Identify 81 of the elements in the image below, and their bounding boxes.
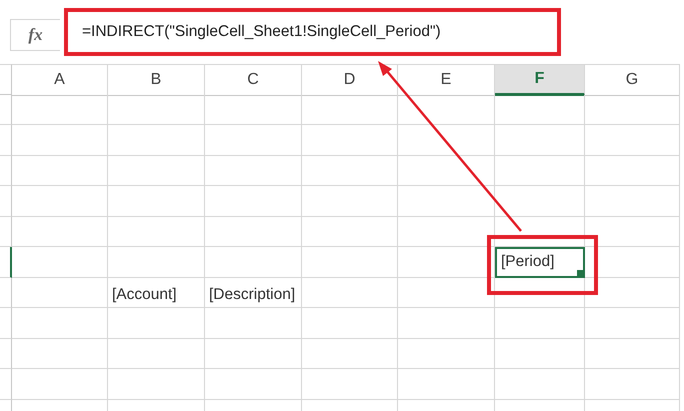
grid-cell[interactable] [205, 369, 302, 400]
grid-cell[interactable] [108, 94, 205, 125]
grid-cell[interactable] [302, 216, 398, 247]
grid-cell[interactable] [398, 278, 495, 308]
grid-cell[interactable] [12, 308, 108, 338]
grid-cell[interactable] [398, 338, 495, 369]
grid-cell[interactable] [495, 125, 585, 156]
column-header[interactable]: B [108, 64, 205, 96]
grid-cell[interactable] [108, 369, 205, 400]
grid-cell[interactable] [302, 186, 398, 216]
grid-cell[interactable] [205, 216, 302, 247]
column-header[interactable]: E [398, 64, 495, 96]
grid-cell[interactable] [302, 369, 398, 400]
grid-cell[interactable] [398, 125, 495, 156]
grid-cell[interactable] [205, 125, 302, 156]
formula-field[interactable]: =INDIRECT("SingleCell_Sheet1!SingleCell_Period") [64, 8, 561, 56]
grid-cell[interactable] [585, 94, 680, 125]
grid-cell[interactable] [108, 186, 205, 216]
grid-cell[interactable] [302, 308, 398, 338]
grid-cell[interactable] [205, 247, 302, 278]
grid-cell[interactable] [495, 278, 585, 308]
active-cell[interactable]: [Period] [495, 247, 585, 278]
grid-cell[interactable] [495, 369, 585, 400]
grid-cell[interactable]: [Account] [108, 278, 205, 308]
grid-cell[interactable] [108, 216, 205, 247]
grid-cell[interactable] [205, 308, 302, 338]
grid-cell[interactable] [205, 156, 302, 186]
grid-cell[interactable] [302, 156, 398, 186]
grid-cell[interactable] [495, 156, 585, 186]
column-header[interactable]: A [12, 64, 108, 96]
grid-cell[interactable] [12, 247, 108, 278]
grid-cell[interactable]: [Description] [205, 278, 302, 308]
grid-cell[interactable] [495, 338, 585, 369]
grid-cell[interactable] [585, 278, 680, 308]
column-header[interactable]: C [205, 64, 302, 96]
column-header[interactable]: F [495, 64, 585, 96]
grid-cell[interactable] [12, 156, 108, 186]
grid-cell[interactable] [12, 94, 108, 125]
grid-cell[interactable] [12, 186, 108, 216]
row-header[interactable] [0, 247, 12, 278]
grid-cell[interactable] [585, 369, 680, 400]
grid-cell[interactable] [12, 278, 108, 308]
grid-cell[interactable] [12, 125, 108, 156]
grid-cell[interactable] [495, 216, 585, 247]
grid-cell[interactable] [398, 216, 495, 247]
grid-cell[interactable] [205, 94, 302, 125]
grid-cell[interactable] [398, 156, 495, 186]
grid-cell[interactable] [398, 247, 495, 278]
grid-cell[interactable] [12, 216, 108, 247]
grid-cell[interactable] [495, 308, 585, 338]
function-icon[interactable]: fx [10, 19, 60, 51]
grid-cell[interactable] [108, 308, 205, 338]
grid-cell[interactable] [585, 216, 680, 247]
grid-cell[interactable] [12, 369, 108, 400]
grid-cell[interactable] [205, 338, 302, 369]
grid-cell[interactable] [398, 369, 495, 400]
grid-cell[interactable] [108, 125, 205, 156]
grid-cell[interactable] [302, 247, 398, 278]
grid-cell[interactable] [205, 186, 302, 216]
grid-cell[interactable] [108, 247, 205, 278]
grid-cell[interactable] [585, 125, 680, 156]
column-header[interactable]: D [302, 64, 398, 96]
grid-cell[interactable] [495, 94, 585, 125]
grid-cell[interactable] [398, 308, 495, 338]
grid-cell[interactable] [398, 94, 495, 125]
grid-cell[interactable] [585, 308, 680, 338]
column-header[interactable]: G [585, 64, 680, 96]
grid-cell[interactable] [302, 125, 398, 156]
fill-handle[interactable] [577, 270, 583, 276]
grid-cell[interactable] [302, 338, 398, 369]
grid-cell[interactable] [585, 156, 680, 186]
grid-cell[interactable] [108, 156, 205, 186]
grid-cell[interactable] [12, 338, 108, 369]
grid-cell[interactable] [108, 338, 205, 369]
grid-cell[interactable] [585, 338, 680, 369]
grid-cell[interactable] [302, 94, 398, 125]
grid-cell[interactable] [302, 278, 398, 308]
grid-cell[interactable] [495, 186, 585, 216]
grid-cell[interactable] [585, 247, 680, 278]
grid-cell[interactable] [398, 186, 495, 216]
grid-cell[interactable] [585, 186, 680, 216]
